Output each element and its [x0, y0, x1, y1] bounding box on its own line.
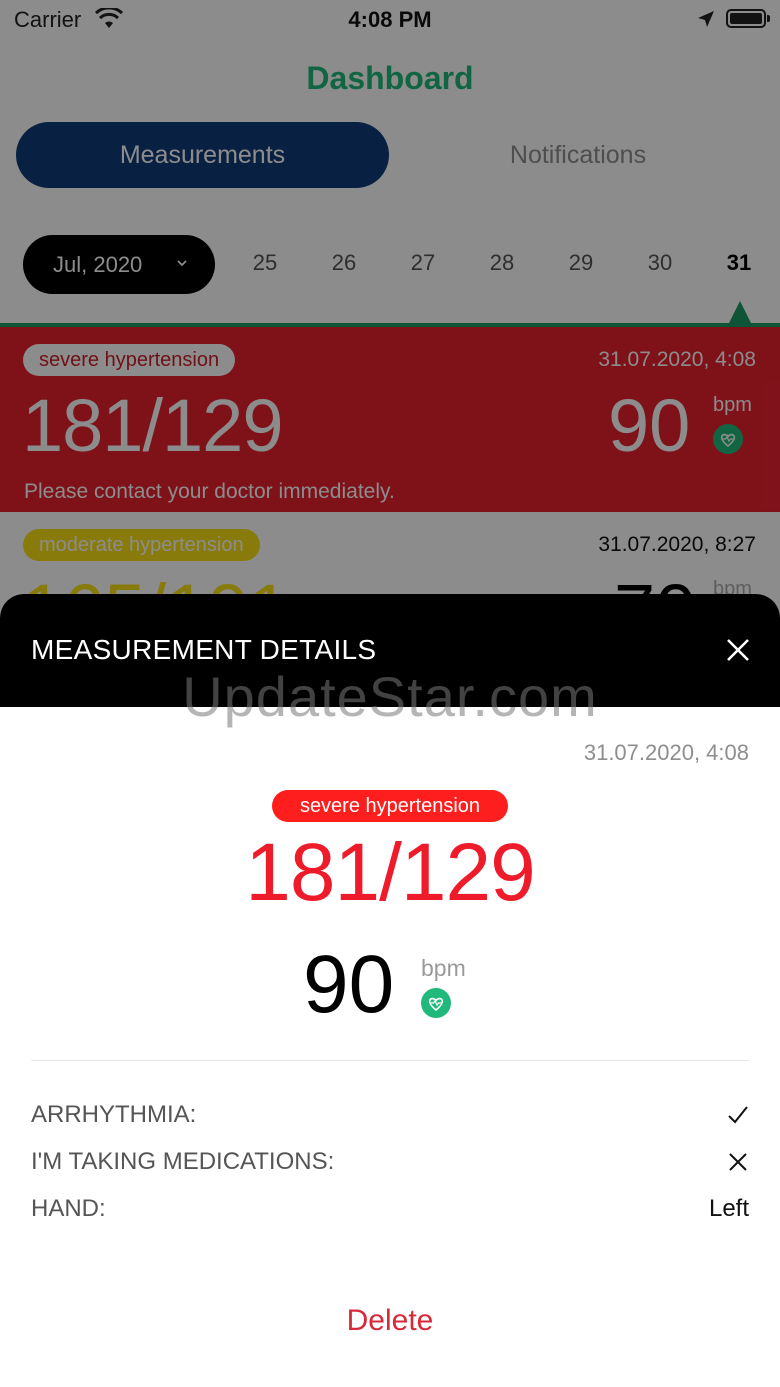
details-pulse: 90	[303, 939, 395, 1030]
hand-value: Left	[708, 1195, 749, 1222]
watermark: UpdateStar.com	[182, 665, 598, 728]
hand-label: HAND:	[31, 1195, 106, 1222]
sheet-title: MEASUREMENT DETAILS	[31, 634, 377, 665]
arrhythmia-label: ARRHYTHMIA:	[31, 1101, 197, 1128]
heart-rate-icon	[421, 988, 451, 1018]
medications-label: I'M TAKING MEDICATIONS:	[31, 1148, 335, 1175]
status-badge: severe hypertension	[272, 790, 508, 822]
x-icon	[729, 1153, 747, 1171]
details-blood-pressure: 181/129	[245, 827, 535, 918]
delete-button[interactable]: Delete	[0, 1304, 780, 1338]
measurement-details-sheet: MEASUREMENT DETAILS UpdateStar.com 31.07…	[0, 594, 780, 1387]
details-datetime: 31.07.2020, 4:08	[583, 740, 749, 765]
modal-backdrop[interactable]	[0, 0, 780, 640]
close-icon[interactable]	[726, 638, 750, 662]
details-divider	[31, 1060, 749, 1061]
check-icon	[728, 1106, 748, 1124]
details-pulse-unit: bpm	[421, 955, 466, 981]
